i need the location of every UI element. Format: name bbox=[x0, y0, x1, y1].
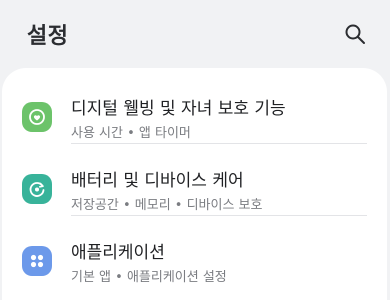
item-title: 배터리 및 디바이스 케어 bbox=[71, 171, 244, 191]
settings-header: 설정 bbox=[0, 0, 390, 68]
device-care-icon bbox=[22, 174, 52, 204]
apps-grid-icon bbox=[22, 246, 52, 276]
item-title: 애플리케이션 bbox=[71, 243, 165, 263]
settings-item-battery-device-care[interactable]: 배터리 및 디바이스 케어 저장공간 • 메모리 • 디바이스 보호 bbox=[2, 152, 387, 224]
settings-item-applications[interactable]: 애플리케이션 기본 앱 • 애플리케이션 설정 bbox=[2, 224, 387, 296]
item-subtitle: 사용 시간 • 앱 타이머 bbox=[71, 126, 191, 141]
settings-card: 디지털 웰빙 및 자녀 보호 기능 사용 시간 • 앱 타이머 배터리 및 디바… bbox=[2, 68, 387, 300]
item-title: 디지털 웰빙 및 자녀 보호 기능 bbox=[71, 99, 286, 119]
item-subtitle: 저장공간 • 메모리 • 디바이스 보호 bbox=[71, 198, 263, 213]
item-subtitle: 기본 앱 • 애플리케이션 설정 bbox=[71, 270, 227, 285]
divider bbox=[71, 215, 367, 216]
search-icon bbox=[345, 24, 365, 44]
page-title: 설정 bbox=[27, 24, 69, 49]
settings-item-digital-wellbeing[interactable]: 디지털 웰빙 및 자녀 보호 기능 사용 시간 • 앱 타이머 bbox=[2, 80, 387, 152]
digital-wellbeing-icon bbox=[22, 102, 52, 132]
search-button[interactable] bbox=[339, 18, 371, 50]
divider bbox=[71, 143, 367, 144]
